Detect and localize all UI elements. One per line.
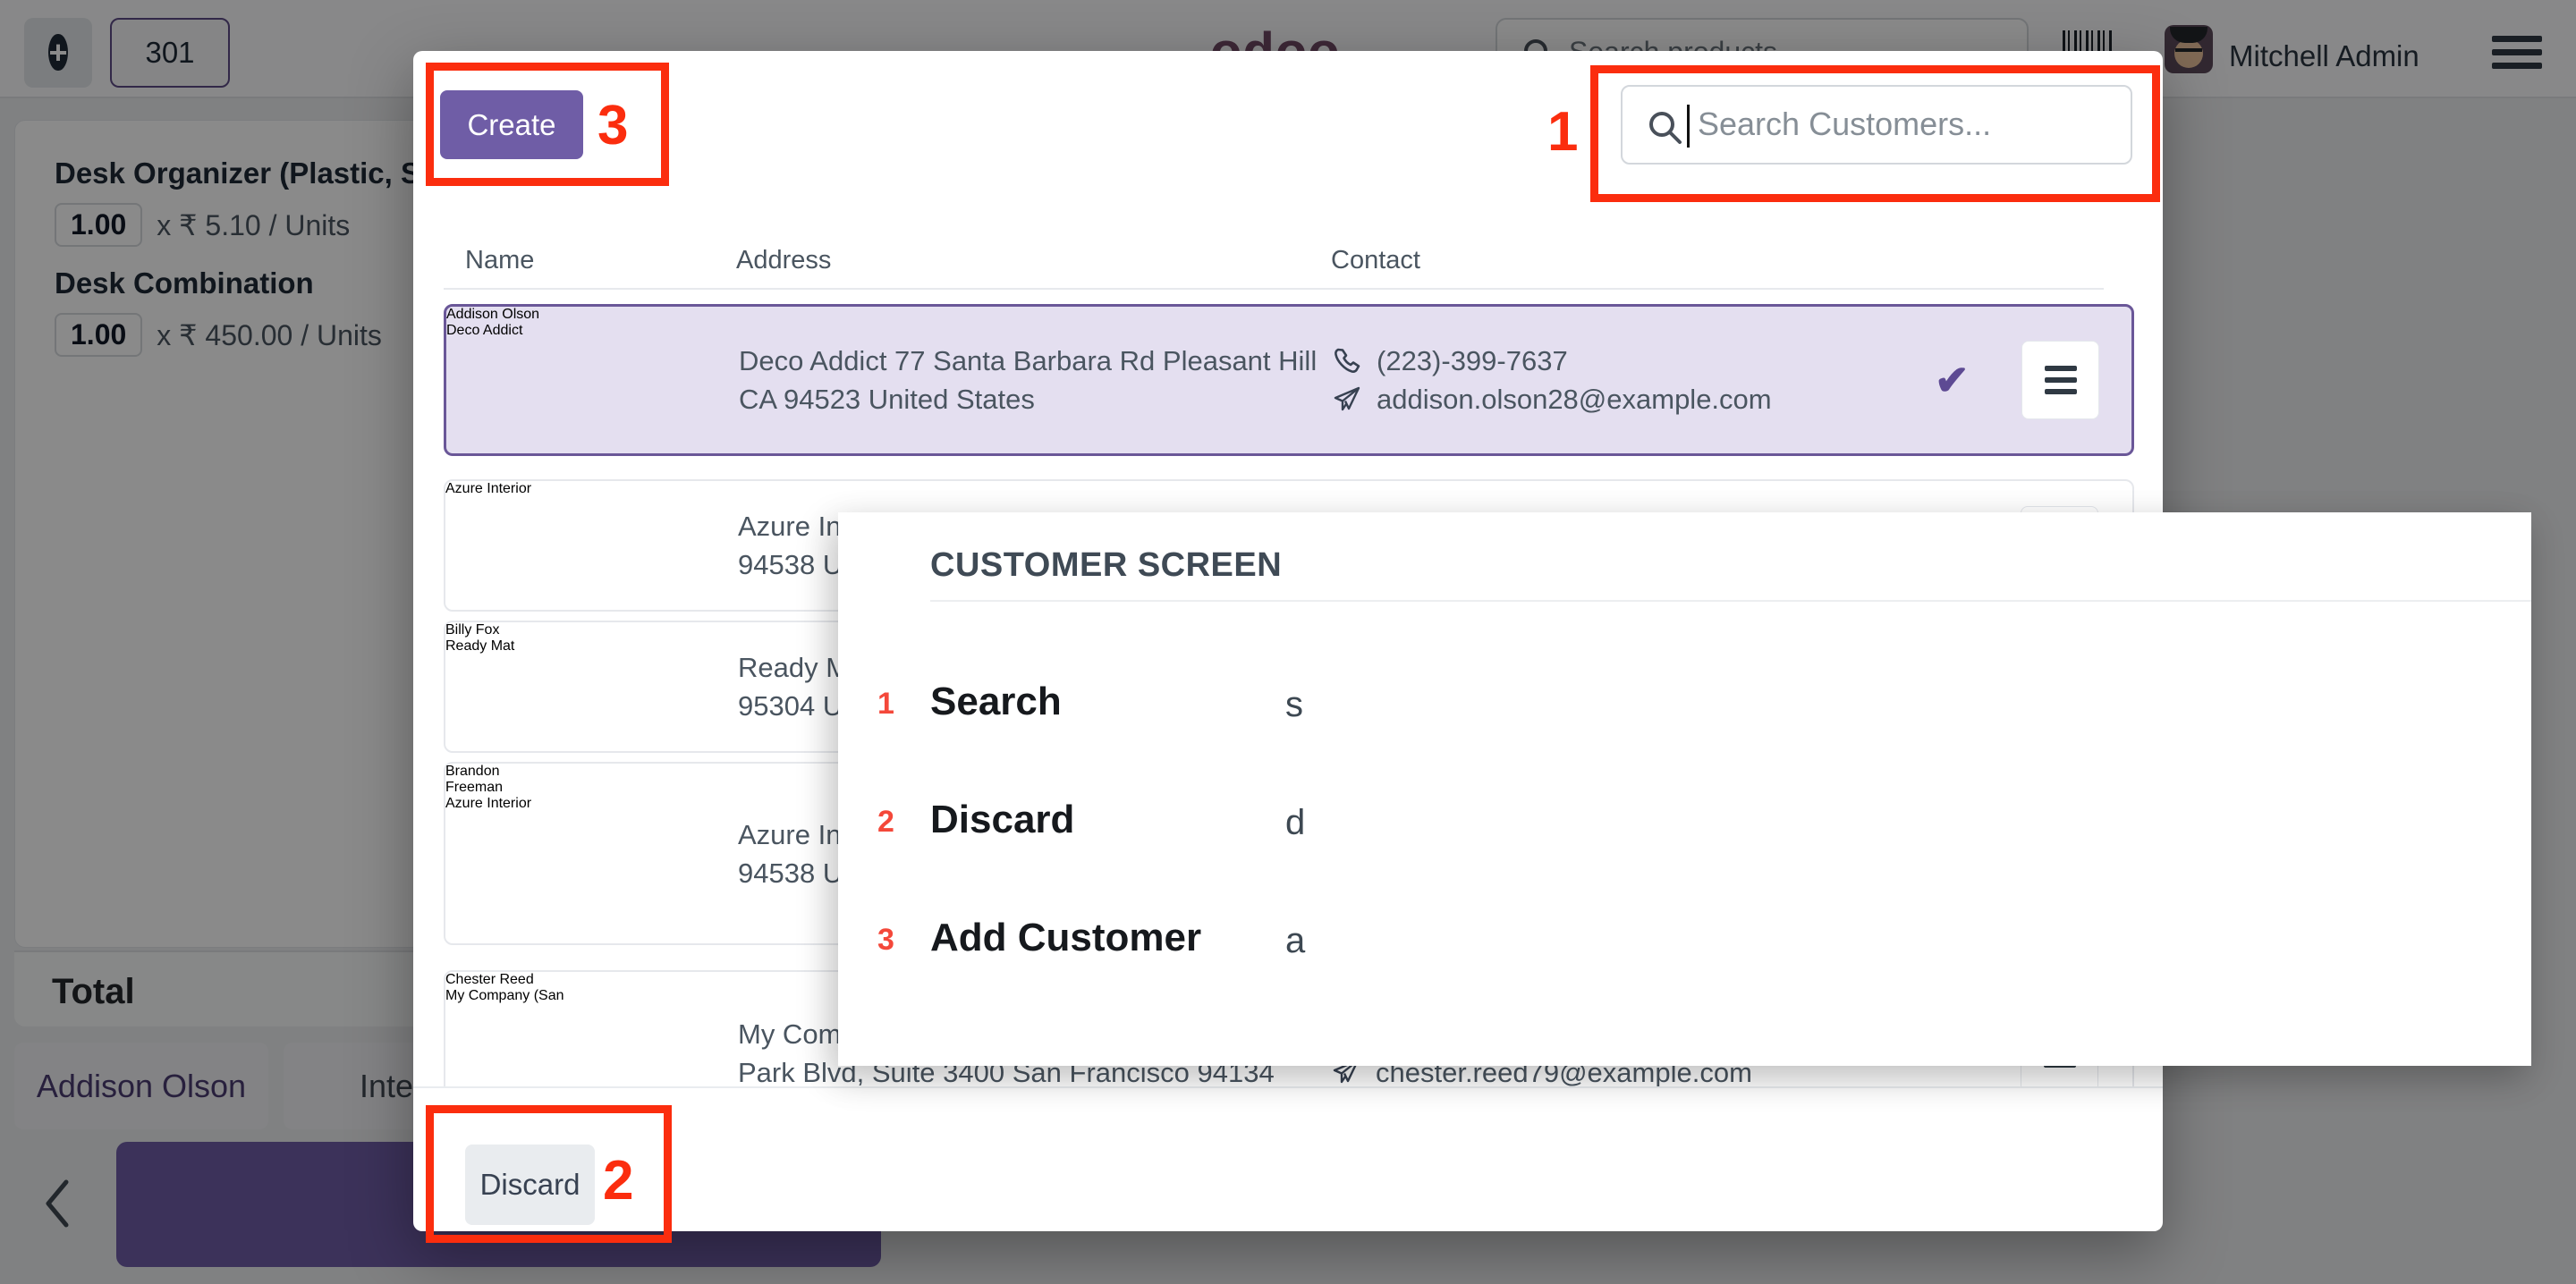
annotation-number-discard: 2 xyxy=(603,1149,633,1212)
phone-icon xyxy=(1332,346,1362,376)
send-icon xyxy=(1332,384,1362,415)
customer-screen-shortcut-panel: CUSTOMER SCREEN 1 Search s 2 Discard d 3 Add Cu… xyxy=(838,512,2531,1066)
shortcut-label: Discard xyxy=(930,798,1074,842)
shortcut-panel-title: CUSTOMER SCREEN xyxy=(930,546,1282,585)
shortcut-key: d xyxy=(1285,803,1305,843)
shortcut-title-divider xyxy=(930,600,2531,602)
shortcut-number: 2 xyxy=(877,805,894,840)
customer-address: Deco Addict 77 Santa Barbara Rd Pleasant… xyxy=(739,307,1325,453)
selected-check-icon: ✔ xyxy=(1935,356,1970,404)
shortcut-item: 2 Discard d xyxy=(838,798,2531,851)
shortcut-item: 1 Search s xyxy=(838,680,2531,733)
footer-divider xyxy=(413,1086,2163,1088)
shortcut-item: 3 Add Customer a xyxy=(838,916,2531,969)
customer-row[interactable]: Addison OlsonDeco AddictDeco Addict 77 S… xyxy=(444,304,2134,456)
shortcut-label: Add Customer xyxy=(930,916,1201,960)
customer-row-menu-button[interactable] xyxy=(2021,341,2099,419)
discard-button[interactable]: Discard xyxy=(465,1145,595,1225)
customer-contact: (223)-399-7637addison.olson28@example.co… xyxy=(1332,307,1958,453)
annotation-number-create: 3 xyxy=(597,94,628,157)
shortcut-number: 3 xyxy=(877,923,894,958)
shortcut-key: s xyxy=(1285,685,1303,725)
shortcut-number: 1 xyxy=(877,687,894,722)
shortcut-label: Search xyxy=(930,680,1062,724)
annotation-number-search: 1 xyxy=(1547,100,1578,164)
shortcut-key: a xyxy=(1285,921,1305,961)
